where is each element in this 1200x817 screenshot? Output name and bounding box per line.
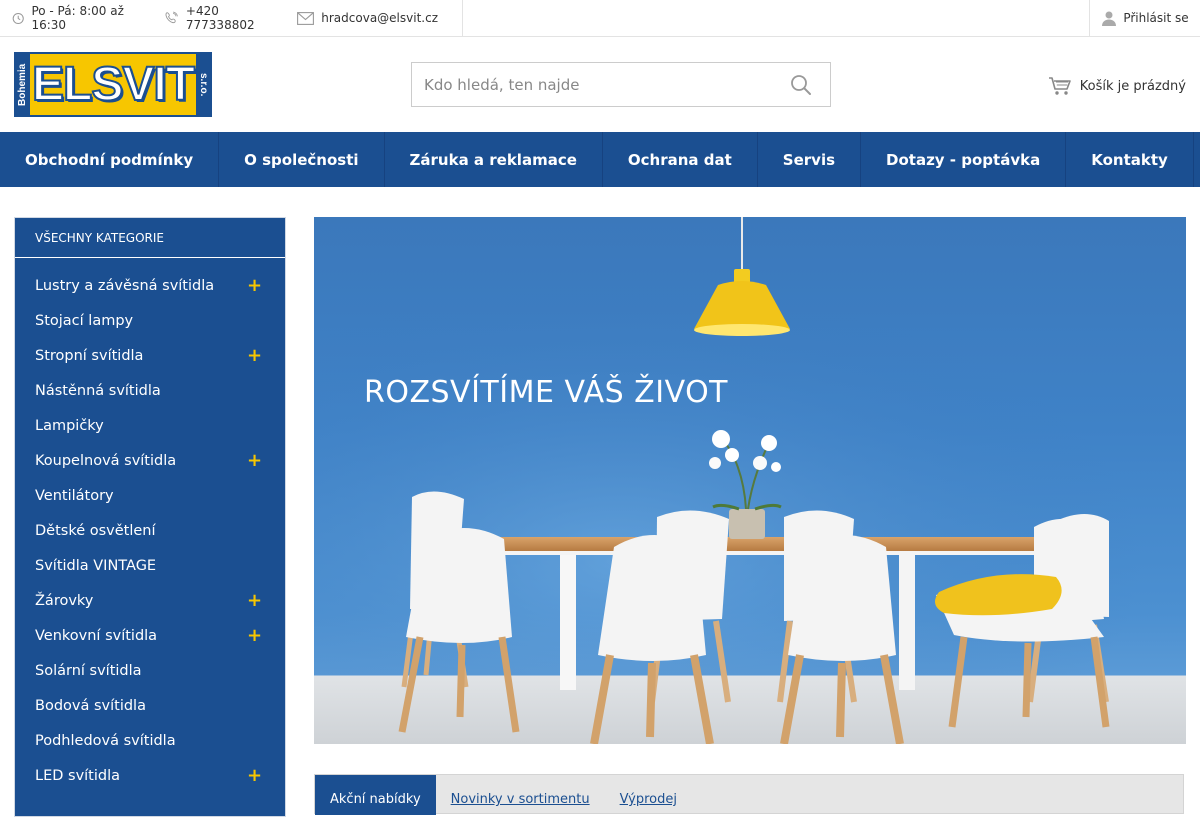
phone-number[interactable]: +420 777338802 — [186, 4, 273, 32]
sidebar-category-item[interactable]: Stojací lampy — [15, 303, 285, 338]
category-label[interactable]: Koupelnová svítidla — [35, 453, 176, 469]
category-label[interactable]: Svítidla VINTAGE — [35, 558, 156, 574]
email-address[interactable]: hradcova@elsvit.cz — [321, 11, 438, 25]
expand-plus-icon[interactable]: + — [247, 345, 262, 366]
email-contact[interactable]: hradcova@elsvit.cz — [297, 11, 438, 25]
opening-hours-text: Po - Pá: 8:00 až 16:30 — [31, 4, 124, 32]
category-label[interactable]: Žárovky — [35, 593, 93, 609]
category-heading: VŠECHNY KATEGORIE — [15, 218, 285, 258]
search-button[interactable] — [772, 63, 830, 106]
expand-plus-icon[interactable]: + — [247, 275, 262, 296]
category-label[interactable]: Nástěnná svítidla — [35, 383, 161, 399]
sidebar-category-item[interactable]: Svítidla VINTAGE — [15, 548, 285, 583]
sidebar-category-item[interactable]: Bodová svítidla — [15, 688, 285, 723]
nav-item-o-spolecnosti[interactable]: O společnosti — [219, 132, 385, 187]
site-logo[interactable]: Bohemia ELSVIT s.r.o. — [14, 52, 212, 117]
phone-icon — [165, 11, 178, 24]
nav-item-ochrana-dat[interactable]: Ochrana dat — [603, 132, 758, 187]
search-icon — [791, 74, 811, 95]
banner-heading: ROZSVÍTÍME VÁŠ ŽIVOT — [364, 375, 729, 410]
cart-status[interactable]: Košík je prázdný — [1080, 79, 1186, 94]
phone-contact[interactable]: +420 777338802 — [164, 4, 273, 32]
contact-info: Po - Pá: 8:00 až 16:30 +420 777338802 hr… — [0, 0, 463, 36]
sidebar-category-item[interactable]: Ventilátory — [15, 478, 285, 513]
nav-item-zaruka-a-reklamace[interactable]: Záruka a reklamace — [385, 132, 603, 187]
top-bar: Po - Pá: 8:00 až 16:30 +420 777338802 hr… — [0, 0, 1200, 37]
expand-plus-icon[interactable]: + — [247, 625, 262, 646]
logo-sro-text: s.r.o. — [198, 72, 209, 97]
main-navigation: Obchodní podmínky O společnosti Záruka a… — [0, 132, 1200, 187]
nav-item-dotazy-poptavka[interactable]: Dotazy - poptávka — [861, 132, 1067, 187]
expand-plus-icon[interactable]: + — [247, 450, 262, 471]
envelope-icon — [297, 11, 315, 25]
tab-novinky-v-sortimentu[interactable]: Novinky v sortimentu — [436, 775, 605, 815]
hero-banner[interactable]: ROZSVÍTÍME VÁŠ ŽIVOT — [314, 217, 1186, 744]
sidebar-category-item[interactable]: Dětské osvětlení — [15, 513, 285, 548]
clock-icon — [12, 12, 24, 24]
opening-hours: Po - Pá: 8:00 až 16:30 — [12, 4, 140, 32]
category-label[interactable]: Stojací lampy — [35, 313, 133, 329]
category-label[interactable]: Venkovní svítidla — [35, 628, 157, 644]
sidebar-category-item[interactable]: Lampičky — [15, 408, 285, 443]
category-label[interactable]: Lampičky — [35, 418, 104, 434]
cart[interactable]: Košík je prázdný — [1048, 76, 1186, 96]
sidebar-category-item[interactable]: Venkovní svítidla + — [15, 618, 285, 653]
sidebar-category-item[interactable]: Stropní svítidla + — [15, 338, 285, 373]
nav-item-obchodni-podminky[interactable]: Obchodní podmínky — [0, 132, 220, 187]
login-label[interactable]: Přihlásit se — [1123, 11, 1188, 25]
logo-elsvit-text: ELSVIT — [30, 54, 196, 115]
sidebar-category-item[interactable]: LED svítidla + — [15, 758, 285, 793]
category-label[interactable]: LED svítidla — [35, 768, 120, 784]
sidebar-category-item[interactable]: Nástěnná svítidla — [15, 373, 285, 408]
expand-plus-icon[interactable]: + — [247, 765, 262, 786]
tab-vyprodej[interactable]: Výprodej — [605, 775, 692, 815]
nav-item-kontakty[interactable]: Kontakty — [1066, 132, 1194, 187]
product-tabs: Akční nabídky Novinky v sortimentu Výpro… — [314, 774, 1184, 815]
sidebar-category-item[interactable]: Lustry a závěsná svítidla + — [15, 268, 285, 303]
user-icon — [1102, 11, 1117, 26]
tab-akcni-nabidky[interactable]: Akční nabídky — [315, 775, 436, 815]
category-label[interactable]: Podhledová svítidla — [35, 733, 176, 749]
category-label[interactable]: Stropní svítidla — [35, 348, 143, 364]
sidebar-category-item[interactable]: Podhledová svítidla — [15, 723, 285, 758]
login-button[interactable]: Přihlásit se — [1089, 0, 1200, 36]
logo-bohemia-text: Bohemia — [17, 63, 28, 106]
category-label[interactable]: Bodová svítidla — [35, 698, 146, 714]
dining-room-illustration — [314, 217, 1186, 744]
cart-icon — [1048, 77, 1071, 95]
sidebar-category-item[interactable]: Žárovky + — [15, 583, 285, 618]
category-label[interactable]: Dětské osvětlení — [35, 523, 156, 539]
nav-item-servis[interactable]: Servis — [758, 132, 862, 187]
category-list: Lustry a závěsná svítidla + Stojací lampy S… — [15, 258, 285, 793]
category-sidebar: VŠECHNY KATEGORIE Lustry a závěsná svíti… — [14, 217, 286, 817]
expand-plus-icon[interactable]: + — [247, 590, 262, 611]
sidebar-category-item[interactable]: Solární svítidla — [15, 653, 285, 688]
category-label[interactable]: Lustry a závěsná svítidla — [35, 278, 214, 294]
category-label[interactable]: Ventilátory — [35, 488, 114, 504]
category-label[interactable]: Solární svítidla — [35, 663, 142, 679]
sidebar-category-item[interactable]: Koupelnová svítidla + — [15, 443, 285, 478]
search-box — [411, 62, 831, 107]
search-input[interactable] — [412, 63, 772, 106]
